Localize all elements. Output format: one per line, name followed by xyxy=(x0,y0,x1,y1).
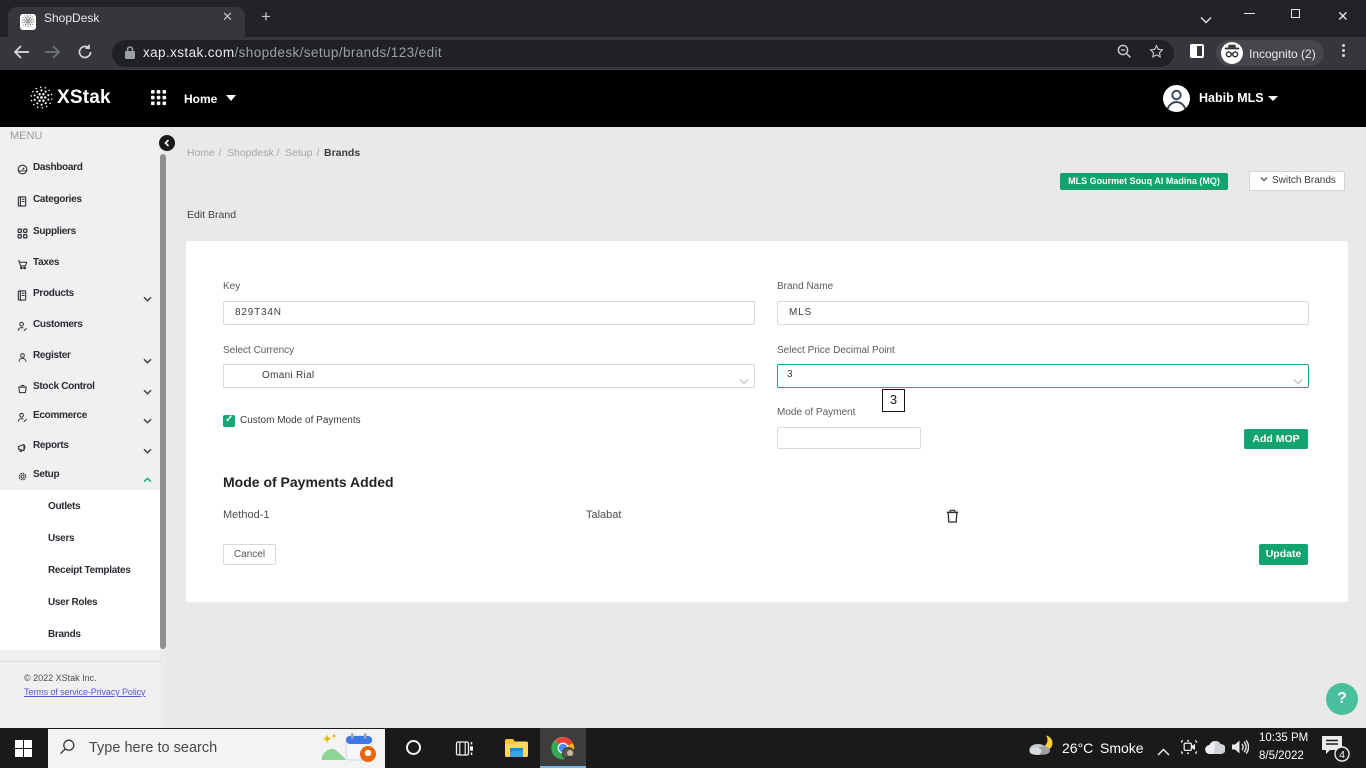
svg-text:4: 4 xyxy=(1339,749,1345,761)
